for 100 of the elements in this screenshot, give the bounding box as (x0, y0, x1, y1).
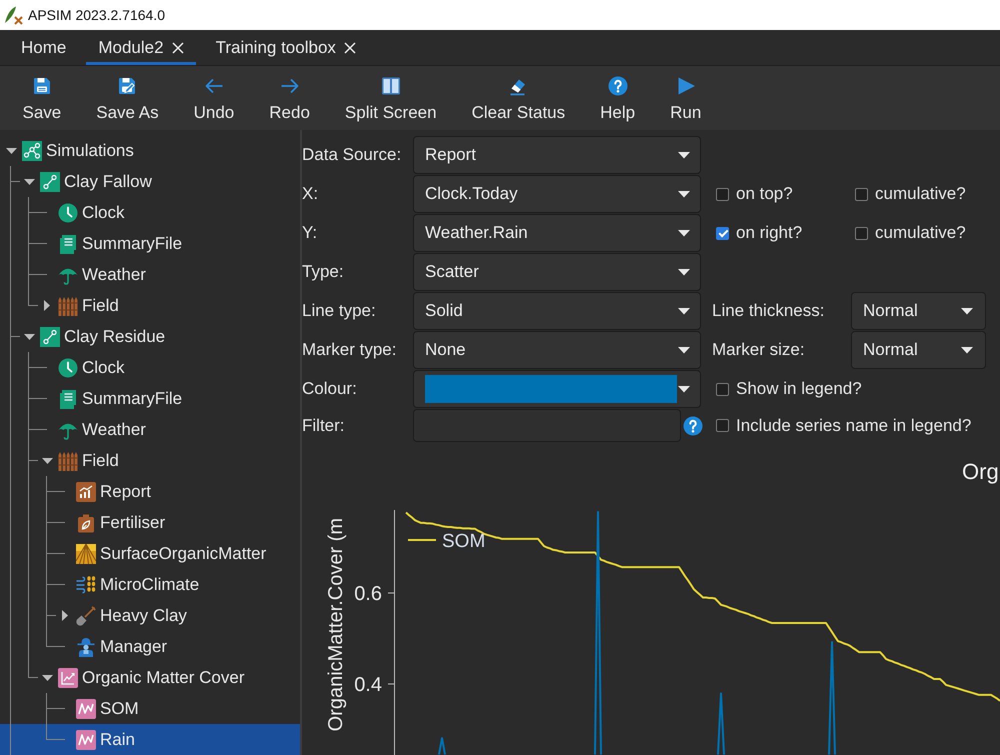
tree-item[interactable]: Rain (0, 724, 300, 755)
shovel-icon (76, 606, 96, 626)
caret-down-icon[interactable] (24, 178, 34, 184)
field-label: Filter: (302, 416, 346, 436)
chart-title: Org (962, 459, 999, 484)
checkbox-label: Show in legend? (736, 379, 862, 399)
fence-icon (58, 450, 78, 470)
caret-right-icon[interactable] (44, 300, 50, 311)
caret-down-icon (961, 346, 973, 354)
clock-icon (58, 202, 78, 222)
caret-down-icon (678, 346, 690, 354)
caret-down-icon[interactable] (6, 148, 16, 154)
tree-item[interactable]: Weather (0, 259, 300, 290)
field-label: Data Source: (302, 145, 402, 165)
dropdown[interactable] (413, 370, 701, 408)
checkbox[interactable] (716, 382, 729, 396)
caret-down-icon (678, 308, 690, 314)
help-icon (608, 76, 628, 96)
tab[interactable]: Training toolbox (204, 30, 368, 65)
tree-item[interactable]: Report (0, 476, 300, 507)
checkbox-label: on top? (736, 184, 793, 204)
checkbox[interactable] (855, 226, 868, 240)
field-label: Line thickness: (712, 301, 826, 321)
tree-item[interactable]: Clay Residue (0, 321, 300, 352)
field-label: Y: (302, 223, 318, 243)
logo-icon (4, 5, 23, 25)
tree-item[interactable]: Weather (0, 414, 300, 445)
save-button[interactable]: Save (5, 66, 79, 130)
caret-down-icon (678, 190, 690, 198)
field-label: Marker type: (302, 340, 398, 360)
network-icon (22, 140, 42, 160)
field-label: Colour: (302, 379, 358, 399)
dropdown[interactable]: Normal (851, 331, 986, 369)
checkbox[interactable] (716, 188, 729, 200)
tree-item[interactable]: Organic Matter Cover (0, 662, 300, 693)
help-button[interactable]: Help (582, 66, 653, 130)
tree-item[interactable]: Clock (0, 197, 300, 228)
tree-item[interactable]: Fertiliser (0, 507, 300, 538)
split-screen-button[interactable]: Split Screen (327, 66, 454, 130)
help-icon[interactable] (683, 416, 703, 436)
tree-item[interactable]: Clock (0, 352, 300, 383)
tree-item[interactable]: MicroClimate (0, 569, 300, 600)
split-panes-icon (380, 76, 401, 96)
close-icon[interactable] (344, 42, 356, 54)
tree-item[interactable]: Field (0, 290, 300, 321)
node-link-icon (40, 326, 60, 346)
caret-down-icon (678, 386, 690, 392)
save-as-button[interactable]: Save As (78, 66, 176, 130)
dropdown[interactable]: Scatter (413, 253, 701, 291)
close-icon[interactable] (172, 42, 184, 54)
tree-item[interactable]: Clay Fallow (0, 166, 300, 197)
tree-item[interactable]: Heavy Clay (0, 600, 300, 631)
dropdown[interactable]: Clock.Today (413, 175, 701, 213)
caret-down-icon[interactable] (42, 674, 52, 680)
checkbox-label: cumulative? (875, 223, 966, 243)
fence-icon (58, 296, 78, 316)
scroll-icon (58, 388, 78, 408)
left-arrow-icon (204, 76, 224, 96)
field-label: Marker size: (712, 340, 806, 360)
clear-status-button[interactable]: Clear Status (454, 66, 583, 130)
tick-label: 0.6 (354, 583, 382, 605)
checkbox-label: on right? (736, 223, 802, 243)
checkbox[interactable] (855, 188, 868, 200)
undo-button[interactable]: Undo (176, 66, 252, 130)
bar-chart-icon (76, 482, 96, 502)
run-button[interactable]: Run (652, 66, 719, 130)
legend-label: SOM (442, 531, 486, 552)
checkbox[interactable] (716, 419, 729, 432)
tick-label: 0.4 (354, 674, 382, 696)
wind-grain-icon (76, 574, 96, 594)
tree-item[interactable]: SummaryFile (0, 383, 300, 414)
checkbox-label: Include series name in legend? (736, 416, 972, 436)
caret-down-icon[interactable] (24, 334, 34, 340)
caret-down-icon[interactable] (42, 458, 52, 464)
dropdown[interactable]: Normal (851, 292, 986, 330)
tree-item[interactable]: SurfaceOrganicMatter (0, 538, 300, 569)
caret-right-icon[interactable] (62, 610, 68, 621)
checkbox[interactable] (716, 226, 729, 240)
scroll-icon (58, 234, 78, 254)
dropdown[interactable]: Solid (413, 292, 701, 330)
axis-title: OrganicMatter.Cover (m (325, 518, 347, 732)
field-rows-icon (76, 544, 96, 564)
clock-icon (58, 358, 78, 378)
caret-down-icon (678, 152, 690, 158)
dropdown[interactable]: None (413, 331, 701, 369)
tree-item[interactable]: SOM (0, 693, 300, 724)
caret-down-icon (961, 308, 973, 314)
tree-item[interactable]: Simulations (0, 135, 300, 166)
tree-item[interactable]: Manager (0, 631, 300, 662)
right-arrow-icon (280, 76, 300, 96)
dropdown[interactable]: Report (413, 136, 701, 174)
play-icon (676, 76, 696, 96)
field-label: X: (302, 184, 320, 204)
tree-item[interactable]: SummaryFile (0, 228, 300, 259)
tree-item[interactable]: Field (0, 445, 300, 476)
line-chart-icon (58, 668, 78, 688)
person-hat-icon (76, 636, 96, 656)
dropdown[interactable]: Weather.Rain (413, 214, 701, 252)
tab[interactable]: Home (9, 30, 78, 65)
redo-button[interactable]: Redo (252, 66, 328, 130)
